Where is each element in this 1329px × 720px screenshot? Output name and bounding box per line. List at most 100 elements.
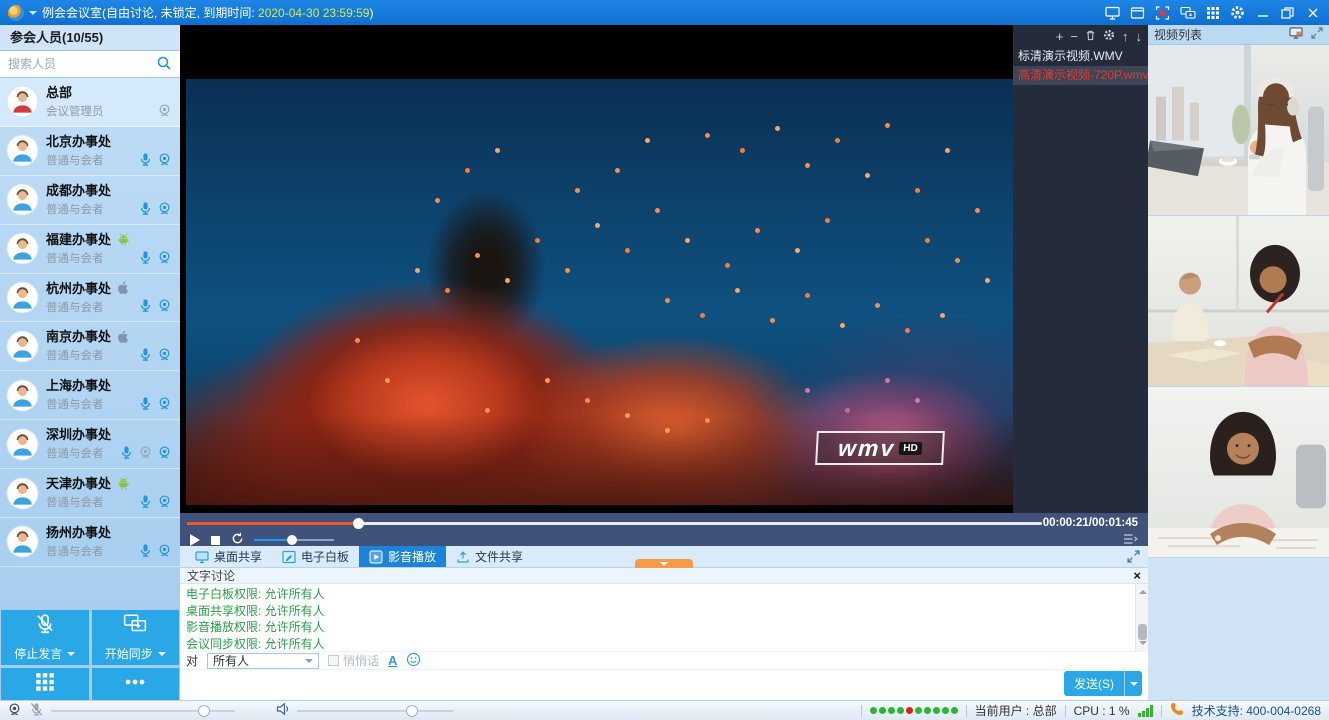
gear-icon[interactable]: [1229, 4, 1246, 21]
webcam-icon[interactable]: [157, 103, 172, 118]
minimize-button[interactable]: [1254, 4, 1271, 21]
remove-media-icon[interactable]: −: [1070, 30, 1078, 43]
mic-icon[interactable]: [138, 298, 153, 313]
chevron-down-icon[interactable]: [29, 11, 37, 19]
participant-role: 会议管理员: [46, 103, 174, 119]
speaker-icon[interactable]: [275, 702, 290, 719]
add-media-icon[interactable]: +: [1056, 30, 1064, 43]
search-input[interactable]: [8, 57, 152, 71]
webcam-icon[interactable]: [157, 543, 172, 558]
system-message: 影音播放权限: 允许所有人: [186, 619, 1132, 636]
record-icon[interactable]: [1154, 4, 1171, 21]
seek-bar[interactable]: [187, 522, 1042, 525]
scroll-down-icon[interactable]: [1139, 641, 1147, 649]
stop-button[interactable]: [211, 536, 220, 545]
send-button[interactable]: 发送(S): [1064, 671, 1142, 696]
apple-icon: [116, 330, 130, 344]
playlist-item[interactable]: 标清演示视频.WMV: [1013, 47, 1148, 66]
participant-row[interactable]: 深圳办事处普通与会者: [0, 420, 180, 469]
participant-name: 福建办事处: [46, 232, 174, 247]
mic-icon[interactable]: [138, 396, 153, 411]
send-label: 发送(S): [1064, 675, 1124, 692]
font-style-icon[interactable]: A: [388, 653, 397, 668]
tab-whiteboard[interactable]: 电子白板: [272, 546, 359, 567]
scroll-thumb[interactable]: [1138, 624, 1147, 640]
send-options-icon[interactable]: [1125, 678, 1142, 690]
scroll-up-icon[interactable]: [1139, 586, 1147, 594]
seek-handle[interactable]: [353, 518, 364, 529]
participant-row[interactable]: 福建办事处普通与会者: [0, 225, 180, 274]
mic-volume-slider[interactable]: [51, 710, 235, 712]
participant-row[interactable]: 杭州办事处普通与会者: [0, 274, 180, 323]
move-down-icon[interactable]: ↓: [1136, 30, 1143, 43]
chat-close-icon[interactable]: ×: [1133, 569, 1141, 582]
webcam-icon[interactable]: [157, 494, 172, 509]
video-thumb-1[interactable]: [1148, 45, 1329, 216]
expand-panel-icon[interactable]: [1311, 27, 1323, 42]
mic-icon[interactable]: [119, 445, 134, 460]
display-grid-icon[interactable]: [1204, 4, 1221, 21]
webcam-status-icon[interactable]: [7, 702, 22, 720]
mic-icon[interactable]: [138, 152, 153, 167]
start-sync-button[interactable]: 开始同步: [92, 610, 180, 665]
message-input[interactable]: [180, 670, 980, 698]
webcam-icon[interactable]: [157, 250, 172, 265]
close-button[interactable]: [1304, 4, 1321, 21]
webcam-icon[interactable]: [157, 298, 172, 313]
volume-handle[interactable]: [287, 535, 297, 545]
mic-icon[interactable]: [138, 201, 153, 216]
whisper-checkbox[interactable]: [328, 655, 339, 666]
window-mode-icon[interactable]: [1129, 4, 1146, 21]
chat-scrollbar[interactable]: [1135, 584, 1148, 651]
tab-desktop-share[interactable]: 桌面共享: [185, 546, 272, 567]
participant-row[interactable]: 天津办事处普通与会者: [0, 469, 180, 518]
participant-row[interactable]: 南京办事处普通与会者: [0, 322, 180, 371]
speaker-volume-handle[interactable]: [406, 705, 418, 717]
move-up-icon[interactable]: ↑: [1122, 30, 1129, 43]
whisper-option[interactable]: 悄悄话: [328, 652, 379, 669]
participant-device-icons: [138, 152, 172, 167]
participant-row[interactable]: 扬州办事处普通与会者: [0, 518, 180, 567]
volume-slider[interactable]: [254, 539, 334, 541]
mic-icon[interactable]: [138, 494, 153, 509]
search-icon[interactable]: [156, 55, 172, 74]
trash-icon[interactable]: [1085, 29, 1096, 43]
notification-pull-tab[interactable]: [635, 559, 693, 568]
play-button[interactable]: [190, 534, 200, 546]
webcam-icon[interactable]: [157, 396, 172, 411]
participant-row[interactable]: 成都办事处普通与会者: [0, 176, 180, 225]
participant-row[interactable]: 北京办事处普通与会者: [0, 127, 180, 176]
playlist-item[interactable]: 高清演示视频-720P.wmv删除: [1013, 66, 1148, 85]
video-stage[interactable]: wmv HD + − ↑ ↓ 标清演示视频.WMV高清演示视频-720P.wmv…: [180, 25, 1148, 513]
webcam-icon[interactable]: [157, 445, 172, 460]
mic-icon[interactable]: [138, 347, 153, 362]
participant-row[interactable]: 上海办事处普通与会者: [0, 371, 180, 420]
participant-row[interactable]: 总部会议管理员: [0, 78, 180, 127]
playlist-settings-icon[interactable]: [1103, 29, 1115, 43]
chat-title: 文字讨论: [187, 567, 235, 584]
mic-volume-handle[interactable]: [198, 705, 210, 717]
webcam-icon[interactable]: [157, 347, 172, 362]
speaker-volume-slider[interactable]: [297, 710, 454, 712]
participant-name: 天津办事处: [46, 476, 174, 491]
monitor-icon[interactable]: [1289, 27, 1303, 42]
webcam-icon[interactable]: [157, 152, 172, 167]
video-thumb-2[interactable]: [1148, 216, 1329, 387]
video-thumb-3[interactable]: [1148, 387, 1329, 558]
mic-icon[interactable]: [138, 250, 153, 265]
fish-school: [186, 79, 189, 82]
tab-media-playback[interactable]: 影音播放: [359, 546, 446, 567]
fullscreen-icon[interactable]: [1127, 550, 1140, 566]
participant-device-icons: [138, 347, 172, 362]
stop-speaking-button[interactable]: 停止发言: [1, 610, 89, 665]
mic-icon[interactable]: [138, 543, 153, 558]
recipient-select[interactable]: 所有人: [207, 653, 319, 669]
webcam-icon[interactable]: [138, 445, 153, 460]
webcam-icon[interactable]: [157, 201, 172, 216]
screen-share-icon[interactable]: [1104, 4, 1121, 21]
tab-file-share[interactable]: 文件共享: [446, 546, 533, 567]
mic-muted-icon[interactable]: [29, 702, 44, 720]
maximize-button[interactable]: [1279, 4, 1296, 21]
network-screens-icon[interactable]: [1179, 4, 1196, 21]
emoji-icon[interactable]: [406, 652, 421, 670]
